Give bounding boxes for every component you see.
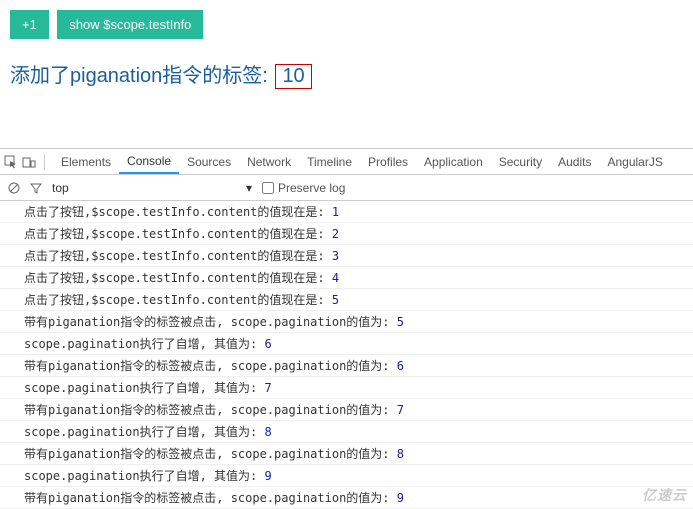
console-output[interactable]: 点击了按钮,$scope.testInfo.content的值现在是: 1点击了… (0, 201, 693, 509)
log-value: 6 (265, 337, 272, 351)
tab-timeline[interactable]: Timeline (299, 149, 360, 174)
chevron-down-icon: ▾ (246, 181, 252, 195)
log-value: 6 (397, 359, 404, 373)
tab-application[interactable]: Application (416, 149, 491, 174)
log-value: 8 (265, 425, 272, 439)
console-log-line: scope.pagination执行了自增, 其值为: 7 (0, 377, 693, 399)
pagination-label-row: 添加了piganation指令的标签: 10 (10, 59, 683, 89)
log-value: 4 (332, 271, 339, 285)
tab-divider (44, 154, 45, 170)
log-message: 带有piganation指令的标签被点击, scope.pagination的值… (24, 447, 397, 461)
filter-icon[interactable] (30, 182, 42, 194)
devtools-tabbar: ElementsConsoleSourcesNetworkTimelinePro… (0, 149, 693, 175)
console-log-line: scope.pagination执行了自增, 其值为: 8 (0, 421, 693, 443)
console-log-line: 点击了按钮,$scope.testInfo.content的值现在是: 2 (0, 223, 693, 245)
log-value: 7 (397, 403, 404, 417)
context-select-value: top (52, 181, 69, 195)
console-log-line: 点击了按钮,$scope.testInfo.content的值现在是: 5 (0, 289, 693, 311)
log-value: 5 (332, 293, 339, 307)
context-select[interactable]: top ▾ (52, 181, 252, 195)
log-message: 带有piganation指令的标签被点击, scope.pagination的值… (24, 403, 397, 417)
tab-console[interactable]: Console (119, 149, 179, 174)
console-log-line: scope.pagination执行了自增, 其值为: 9 (0, 465, 693, 487)
log-message: 带有piganation指令的标签被点击, scope.pagination的值… (24, 359, 397, 373)
console-log-line: 点击了按钮,$scope.testInfo.content的值现在是: 3 (0, 245, 693, 267)
log-value: 9 (397, 491, 404, 505)
log-message: scope.pagination执行了自增, 其值为: (24, 337, 265, 351)
console-log-line: scope.pagination执行了自增, 其值为: 6 (0, 333, 693, 355)
log-message: 点击了按钮,$scope.testInfo.content的值现在是: (24, 271, 332, 285)
console-log-line: 带有piganation指令的标签被点击, scope.pagination的值… (0, 355, 693, 377)
log-value: 8 (397, 447, 404, 461)
clear-console-icon[interactable] (8, 182, 20, 194)
log-value: 1 (332, 205, 339, 219)
console-log-line: 带有piganation指令的标签被点击, scope.pagination的值… (0, 311, 693, 333)
tab-profiles[interactable]: Profiles (360, 149, 416, 174)
log-message: scope.pagination执行了自增, 其值为: (24, 425, 265, 439)
pagination-label-text: 添加了piganation指令的标签: (10, 65, 268, 87)
tab-angularjs[interactable]: AngularJS (599, 149, 670, 174)
log-value: 7 (265, 381, 272, 395)
console-log-line: 带有piganation指令的标签被点击, scope.pagination的值… (0, 443, 693, 465)
log-message: 带有piganation指令的标签被点击, scope.pagination的值… (24, 315, 397, 329)
log-message: 点击了按钮,$scope.testInfo.content的值现在是: (24, 293, 332, 307)
log-message: 点击了按钮,$scope.testInfo.content的值现在是: (24, 249, 332, 263)
console-toolbar: top ▾ Preserve log (0, 175, 693, 201)
device-icon[interactable] (22, 155, 36, 169)
preserve-log-wrap[interactable]: Preserve log (262, 181, 345, 195)
console-log-line: 带有piganation指令的标签被点击, scope.pagination的值… (0, 487, 693, 509)
console-log-line: 点击了按钮,$scope.testInfo.content的值现在是: 1 (0, 201, 693, 223)
log-message: 点击了按钮,$scope.testInfo.content的值现在是: (24, 205, 332, 219)
log-value: 3 (332, 249, 339, 263)
preserve-log-checkbox[interactable] (262, 182, 274, 194)
log-value: 2 (332, 227, 339, 241)
console-log-line: 点击了按钮,$scope.testInfo.content的值现在是: 4 (0, 267, 693, 289)
increment-button[interactable]: +1 (10, 10, 49, 39)
log-value: 5 (397, 315, 404, 329)
log-message: 点击了按钮,$scope.testInfo.content的值现在是: (24, 227, 332, 241)
inspect-icon[interactable] (4, 155, 18, 169)
log-value: 9 (265, 469, 272, 483)
watermark: 亿速云 (642, 485, 687, 505)
tab-audits[interactable]: Audits (550, 149, 599, 174)
preserve-log-label: Preserve log (278, 181, 345, 195)
console-log-line: 带有piganation指令的标签被点击, scope.pagination的值… (0, 399, 693, 421)
log-message: scope.pagination执行了自增, 其值为: (24, 469, 265, 483)
tab-sources[interactable]: Sources (179, 149, 239, 174)
devtools-panel: ElementsConsoleSourcesNetworkTimelinePro… (0, 148, 693, 509)
pagination-value-box: 10 (275, 64, 311, 89)
tab-elements[interactable]: Elements (53, 149, 119, 174)
log-message: 带有piganation指令的标签被点击, scope.pagination的值… (24, 491, 397, 505)
tab-security[interactable]: Security (491, 149, 550, 174)
log-message: scope.pagination执行了自增, 其值为: (24, 381, 265, 395)
show-scope-button[interactable]: show $scope.testInfo (57, 10, 203, 39)
tab-network[interactable]: Network (239, 149, 299, 174)
